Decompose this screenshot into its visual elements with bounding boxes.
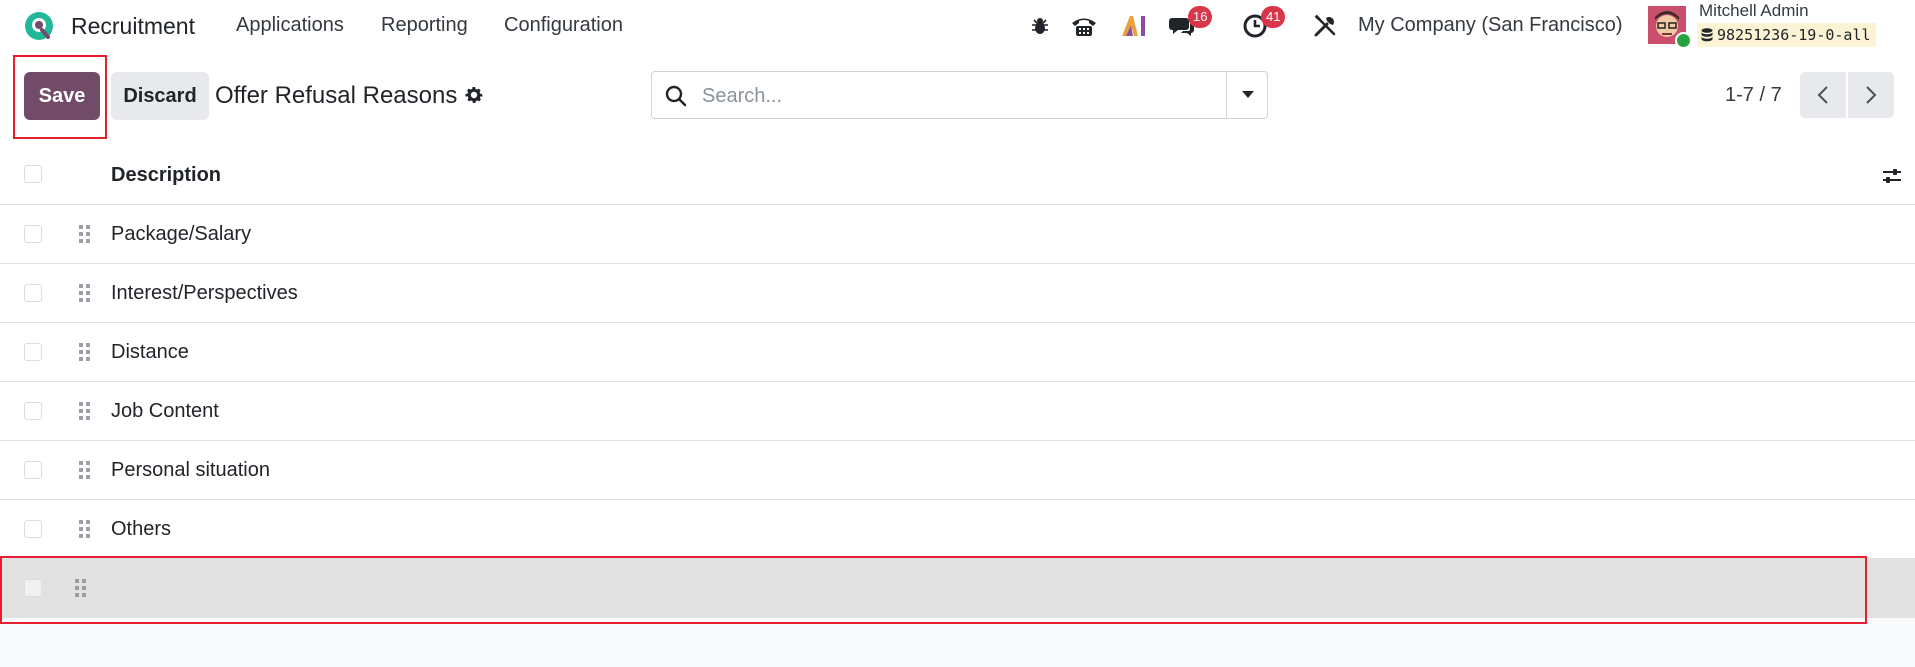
activities-badge: 41 [1261,6,1286,28]
pager-previous-button[interactable] [1800,72,1846,118]
row-checkbox[interactable] [24,343,42,361]
app-logo-icon[interactable] [22,9,56,43]
optional-columns-icon[interactable] [1881,165,1903,187]
database-icon [1701,28,1713,42]
table-row[interactable]: Interest/Perspectives [0,264,1915,323]
drag-handle-icon[interactable] [78,283,92,303]
save-button[interactable]: Save [24,72,100,120]
gear-icon[interactable] [463,84,485,106]
messages-badge: 16 [1188,6,1213,28]
top-navbar: Recruitment Applications Reporting Confi… [0,0,1915,52]
drag-handle-icon[interactable] [78,401,92,421]
list-header: Description [0,145,1915,205]
menu-configuration[interactable]: Configuration [504,14,623,37]
chevron-right-icon [1866,86,1877,104]
database-chip: 98251236-19-0-all [1697,23,1876,47]
table-row[interactable]: Personal situation [0,441,1915,500]
description-cell[interactable]: Personal situation [111,459,270,482]
pager-value[interactable]: 1-7 / 7 [1725,84,1782,107]
chevron-left-icon [1817,86,1828,104]
table-row[interactable]: Job Content [0,382,1915,441]
search-icon[interactable] [664,84,688,108]
control-panel: Save Discard Offer Refusal Reasons 1-7 /… [0,52,1915,146]
menu-reporting[interactable]: Reporting [381,14,468,37]
search-options-toggle[interactable] [1226,72,1269,118]
user-name[interactable]: Mitchell Admin [1699,1,1809,21]
drag-handle-icon[interactable] [78,519,92,539]
ai-icon[interactable] [1120,12,1148,40]
new-editable-row[interactable] [0,559,1915,618]
description-cell[interactable]: Interest/Perspectives [111,282,298,305]
phone-icon[interactable] [1070,12,1098,40]
table-row[interactable]: Package/Salary [0,205,1915,264]
app-name[interactable]: Recruitment [71,13,195,40]
select-all-checkbox[interactable] [24,165,42,183]
debug-bug-icon[interactable] [1026,12,1054,40]
menu-applications[interactable]: Applications [236,14,344,37]
settings-tools-icon[interactable] [1311,12,1339,40]
column-header-description[interactable]: Description [111,164,221,187]
row-checkbox[interactable] [24,579,42,597]
description-cell[interactable]: Distance [111,341,189,364]
description-cell[interactable]: Job Content [111,400,219,423]
row-checkbox[interactable] [24,225,42,243]
discard-button[interactable]: Discard [111,72,209,120]
user-avatar[interactable] [1648,6,1692,49]
company-switcher[interactable]: My Company (San Francisco) [1358,14,1623,37]
pager-next-button[interactable] [1848,72,1894,118]
row-checkbox[interactable] [24,520,42,538]
description-cell[interactable]: Others [111,518,171,541]
table-row[interactable]: Others [0,500,1915,559]
activities-clock-icon[interactable]: 41 [1241,6,1286,40]
list-view: Description Package/Salary Interest/Pers… [0,145,1915,618]
row-checkbox[interactable] [24,284,42,302]
drag-handle-icon[interactable] [78,342,92,362]
page-title: Offer Refusal Reasons [215,82,458,109]
online-status-dot [1675,32,1692,49]
search-bar [651,71,1268,119]
messages-icon[interactable]: 16 [1168,6,1213,40]
table-row[interactable]: Distance [0,323,1915,382]
drag-handle-icon[interactable] [78,224,92,244]
database-name: 98251236-19-0-all [1717,26,1871,44]
description-cell[interactable]: Package/Salary [111,223,251,246]
row-checkbox[interactable] [24,402,42,420]
drag-handle-icon[interactable] [78,460,92,480]
caret-down-icon [1242,91,1254,98]
row-checkbox[interactable] [24,461,42,479]
search-input[interactable] [700,80,1204,112]
drag-handle-icon[interactable] [74,578,88,598]
